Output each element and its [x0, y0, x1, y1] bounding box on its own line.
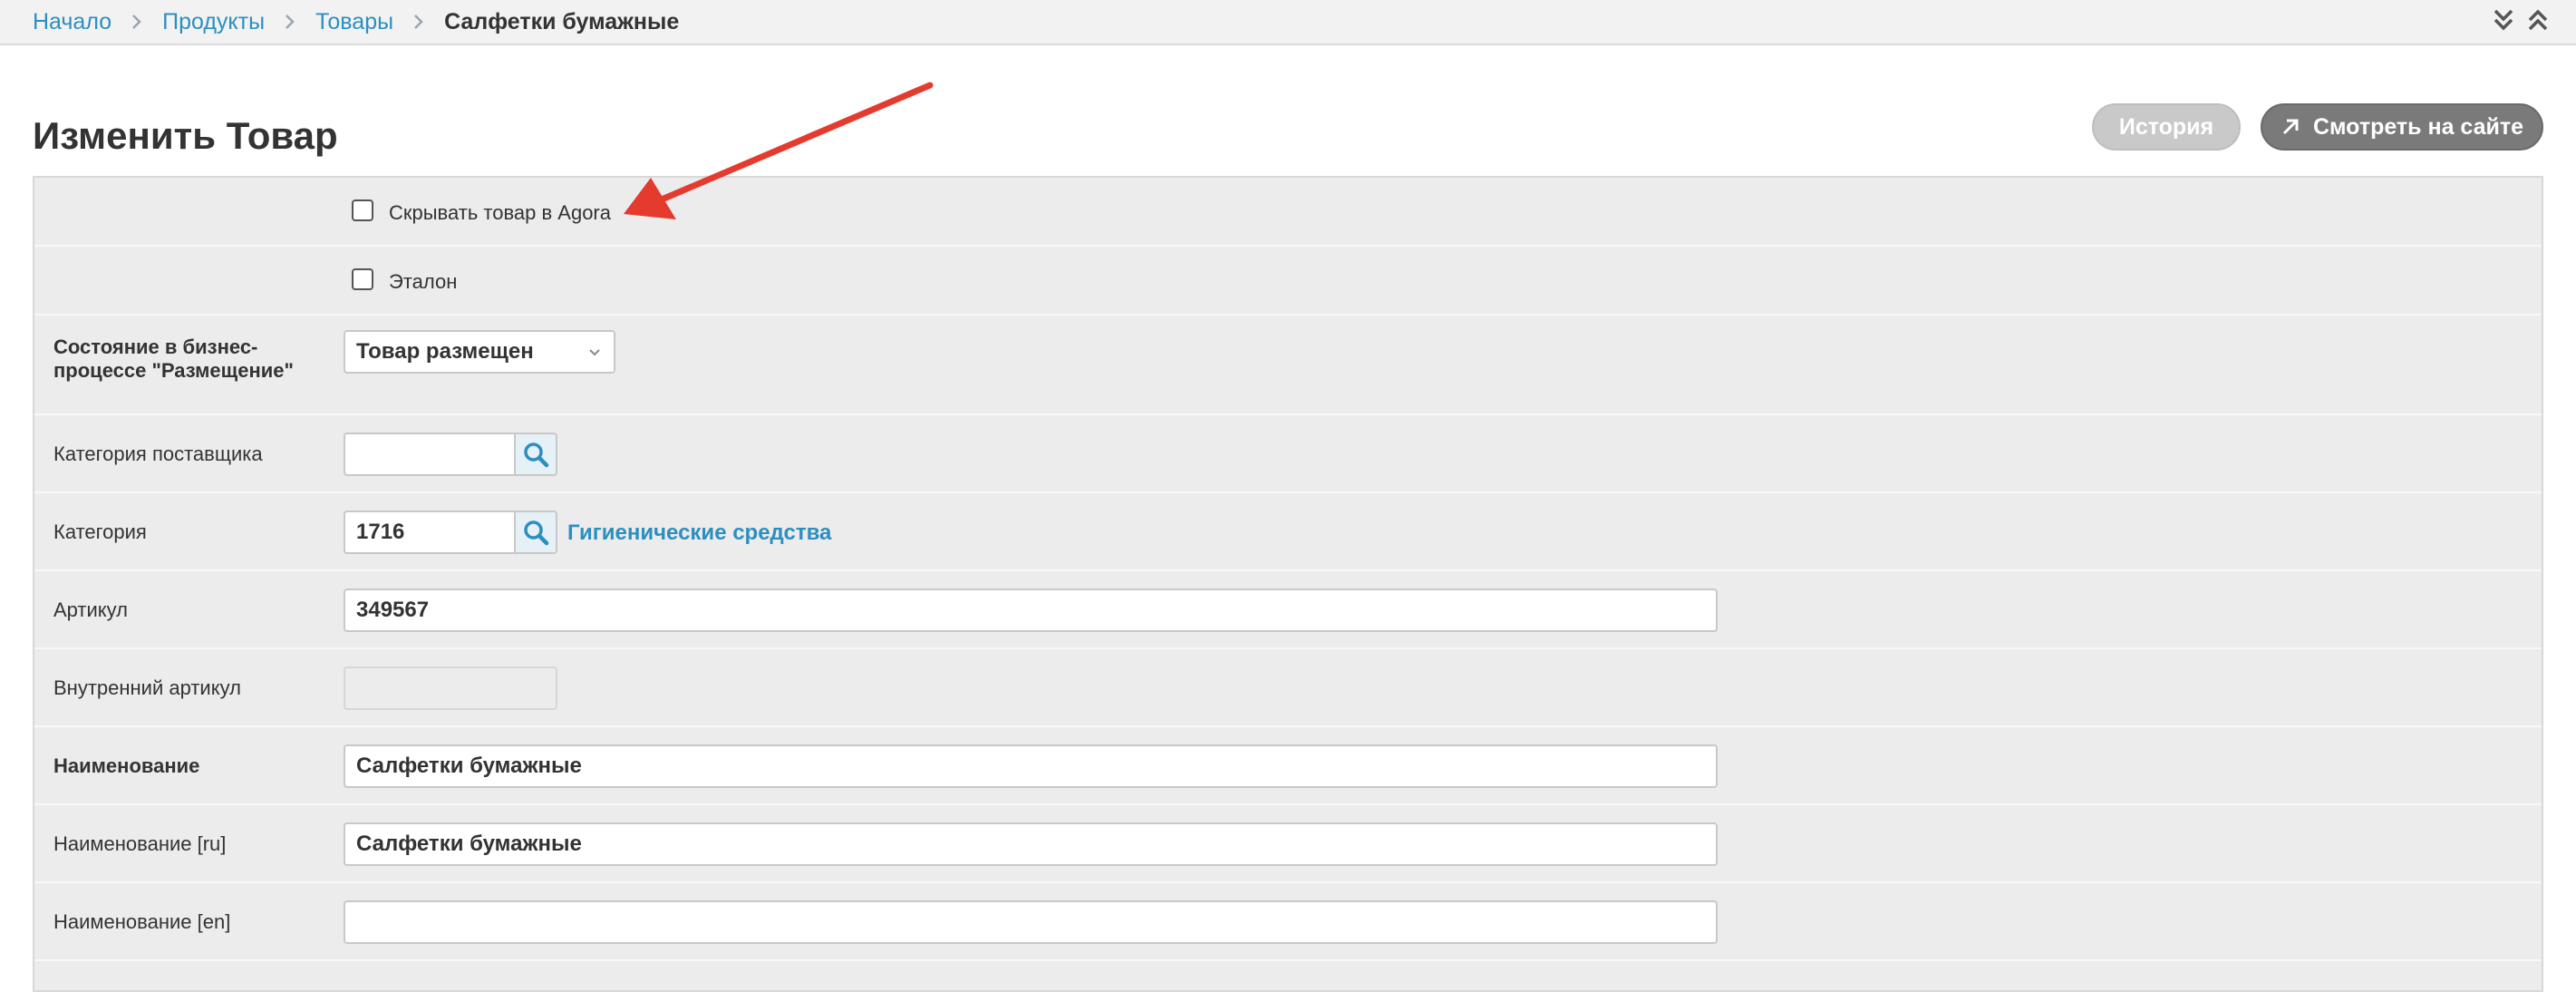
business-state-value: Товар размещен — [356, 339, 534, 364]
breadcrumb-current: Салфетки бумажные — [444, 8, 680, 34]
form-row-etalon: Эталон — [34, 247, 2542, 316]
form-row-hide-in-agora: Скрывать товар в Agora — [34, 178, 2542, 247]
chevron-right-icon — [131, 14, 142, 30]
supplier-category-label: Категория поставщика — [53, 443, 263, 465]
category-input[interactable]: 1716 — [344, 511, 516, 554]
expand-all-icon[interactable] — [2493, 7, 2514, 33]
hide-in-agora-checkbox[interactable] — [352, 199, 373, 221]
etalon-label: Эталон — [389, 270, 458, 293]
name-ru-input[interactable]: Салфетки бумажные — [344, 822, 1718, 866]
external-link-arrow-icon — [2282, 119, 2299, 135]
hide-in-agora-label: Скрывать товар в Agora — [389, 201, 611, 224]
name-en-input[interactable] — [344, 900, 1718, 944]
search-icon — [524, 520, 549, 546]
supplier-category-search-button[interactable] — [514, 433, 557, 476]
chevron-down-icon — [589, 349, 600, 356]
collapse-all-icon[interactable] — [2527, 7, 2549, 33]
form-row-business-state: Состояние в бизнес-процессе "Размещение"… — [34, 316, 2542, 415]
view-on-site-label: Смотреть на сайте — [2312, 113, 2524, 140]
product-edit-form: Скрывать товар в Agora Эталон Состояние … — [33, 176, 2543, 992]
category-name-link[interactable]: Гигиенические средства — [567, 520, 831, 546]
category-label: Категория — [53, 520, 147, 543]
breadcrumb-goods-link[interactable]: Товары — [315, 9, 393, 35]
business-state-label: Состояние в бизнес-процессе "Размещение" — [53, 336, 294, 382]
name-ru-label: Наименование [ru] — [53, 832, 227, 855]
form-row-supplier-category: Категория поставщика — [34, 415, 2542, 493]
form-row-article: Артикул 349567 — [34, 571, 2542, 649]
view-on-site-button[interactable]: Смотреть на сайте — [2261, 103, 2543, 151]
article-label: Артикул — [53, 598, 129, 621]
form-row-internal-article: Внутренний артикул — [34, 649, 2542, 727]
breadcrumb: Начало Продукты Товары Салфетки бумажные — [33, 0, 679, 44]
form-row-name: Наименование Салфетки бумажные — [34, 727, 2542, 805]
form-row-name-en: Наименование [en] — [34, 883, 2542, 961]
form-row-category: Категория 1716 Гигиенические средства — [34, 493, 2542, 571]
breadcrumb-products-link[interactable]: Продукты — [162, 9, 265, 35]
etalon-checkbox[interactable] — [352, 268, 373, 290]
chevron-right-icon — [285, 14, 295, 30]
chevron-right-icon — [413, 14, 424, 30]
name-input[interactable]: Салфетки бумажные — [344, 744, 1718, 788]
supplier-category-input[interactable] — [344, 433, 516, 476]
search-icon — [524, 443, 549, 468]
internal-article-input — [344, 666, 557, 710]
article-input[interactable]: 349567 — [344, 588, 1718, 632]
business-state-select[interactable]: Товар размещен — [344, 330, 615, 374]
breadcrumb-home-link[interactable]: Начало — [33, 9, 111, 35]
form-row-name-ru: Наименование [ru] Салфетки бумажные — [34, 805, 2542, 883]
page-title: Изменить Товар — [33, 114, 338, 157]
internal-article-label: Внутренний артикул — [53, 676, 241, 699]
name-label: Наименование — [53, 754, 200, 777]
breadcrumb-bar: Начало Продукты Товары Салфетки бумажные — [0, 0, 2576, 45]
history-button[interactable]: История — [2092, 103, 2241, 151]
name-en-label: Наименование [en] — [53, 910, 231, 933]
category-search-button[interactable] — [514, 511, 557, 554]
